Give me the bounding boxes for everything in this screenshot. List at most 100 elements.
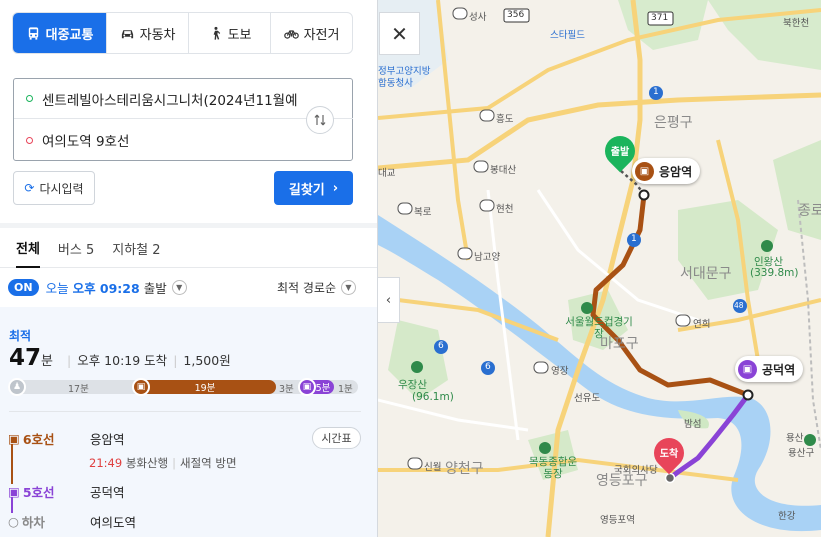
tab-subway[interactable]: 지하철 2: [112, 228, 160, 268]
timeline-line5-label: 5분: [315, 383, 331, 394]
walk-icon: [213, 26, 220, 40]
place-label: 한강: [778, 511, 796, 522]
reset-label: 다시입력: [39, 181, 84, 196]
chevron-down-icon[interactable]: ▼: [171, 279, 187, 295]
place-label: 스타필드: [550, 30, 585, 41]
departure-suffix: 출발: [143, 280, 167, 296]
fare: 1,500원: [183, 353, 231, 368]
step-board-line6: ▣ 6호선 응암역: [8, 429, 125, 448]
place-label: 봉대산: [490, 165, 517, 176]
station-name: 응암역: [90, 432, 125, 447]
station-label-gongdeok[interactable]: ▣ 공덕역: [735, 356, 804, 382]
place-label: 영장: [551, 366, 569, 377]
place-label: 용산: [786, 433, 804, 444]
origin-value: 센트레빌아스테리움시그니처(2024년11월예: [42, 92, 298, 109]
chevron-left-icon: ‹: [385, 292, 392, 308]
departure-day: 오늘: [45, 280, 69, 296]
peak-height: (339.8m): [750, 267, 799, 279]
departure-toggle[interactable]: ON: [8, 278, 39, 296]
line6-label: ▣ 6호선: [8, 429, 90, 448]
place-label: 정부고양지방합동청사: [378, 66, 431, 89]
place-label: 우장산: [398, 379, 427, 391]
place-label: 대교: [378, 168, 396, 179]
tab-walk-label: 도보: [227, 27, 252, 43]
subway-icon: ▣: [298, 378, 316, 396]
tab-bicycle[interactable]: 자전거: [270, 13, 352, 53]
bicycle-icon: [283, 29, 299, 39]
place-label: 영등포역: [600, 515, 635, 526]
destination-value: 여의도역 9호선: [42, 134, 130, 150]
district-label: 은평구: [654, 115, 693, 131]
line5-label: ▣ 5호선: [8, 482, 90, 501]
tab-walk[interactable]: 도보: [188, 13, 270, 53]
duration-unit: 분: [41, 354, 53, 369]
search-panel: 대중교통 자동차 도보 자전거 센트레빌아스테리움시그니처(2024년11월예: [0, 0, 378, 537]
road-number: 48: [734, 301, 744, 310]
subway-icon: ▣: [132, 378, 150, 396]
road-number: 356: [507, 10, 525, 20]
map-view[interactable]: ✕ ‹ 356 371 1 1 6 6 48 은평구 서대문구 마포구 양천구 …: [378, 0, 821, 537]
result-filter-tabs: 전체 버스 5 지하철 2: [0, 228, 377, 268]
departure-row: ON 오늘 오후 09:28 출발 ▼ 최적 경로순 ▼: [0, 268, 377, 306]
departure-time[interactable]: 오후 09:28: [73, 278, 140, 297]
collapse-panel-button[interactable]: ‹: [378, 277, 400, 323]
end-pin-label: 도착: [659, 449, 679, 460]
start-pin[interactable]: 출발: [598, 129, 642, 174]
station-name: 여의도역: [90, 515, 137, 530]
tab-car-label: 자동차: [139, 27, 176, 43]
timeline-walk3: 1분: [338, 384, 353, 395]
place-label: 밤섬: [684, 419, 702, 430]
timetable-button[interactable]: 시간표: [312, 427, 361, 449]
road-number: 6: [438, 341, 444, 351]
place-label: 흥도: [496, 114, 514, 125]
place-label: 신월: [424, 462, 442, 473]
step-alight: ○ 하차 여의도역: [8, 512, 136, 531]
destination-dot-icon: [26, 136, 33, 144]
line5-name: 5호선: [22, 485, 55, 500]
subway-icon: ▣: [8, 431, 20, 446]
route-timeline-bar: ♟ 17분 19분 ▣ 3분 5분 ▣ 1분: [8, 378, 358, 396]
district-label: 서대문구: [680, 266, 732, 282]
tab-car[interactable]: 자동차: [106, 13, 188, 53]
place-label: 복로: [414, 207, 432, 218]
place-label: 선유도: [574, 393, 601, 404]
chevron-right-icon: ›: [332, 180, 339, 196]
line6-connector: [11, 444, 13, 484]
station-label-eungam[interactable]: ▣ 응암역: [632, 158, 701, 184]
place-label: 목동종합운동장: [528, 456, 578, 480]
reset-button[interactable]: ⟳ 다시입력: [13, 171, 95, 205]
start-pin-label: 출발: [610, 147, 630, 158]
origin-field[interactable]: 센트레빌아스테리움시그니처(2024년11월예: [14, 79, 353, 119]
alight-text: 하차: [21, 515, 45, 530]
close-icon[interactable]: ✕: [379, 12, 420, 55]
swap-button[interactable]: [306, 106, 334, 134]
road-number: 371: [651, 13, 669, 23]
refresh-icon: ⟳: [24, 181, 35, 195]
station-name: 공덕역: [90, 485, 125, 500]
car-icon: [121, 29, 133, 38]
tab-all[interactable]: 전체: [16, 228, 40, 268]
subway-icon: ▣: [8, 484, 20, 499]
train-direction: 봉화산행: [125, 456, 169, 470]
line6-name: 6호선: [22, 432, 55, 447]
place-label: 용산구: [788, 448, 815, 459]
place-label: 남고양: [474, 252, 501, 263]
step-transfer-line5: ▣ 5호선 공덕역: [8, 482, 125, 501]
tab-transit-label: 대중교통: [45, 27, 94, 43]
station-name: 응암역: [659, 164, 693, 179]
sort-dropdown[interactable]: 최적 경로순 ▼: [277, 268, 356, 306]
next-train-time: 21:49: [89, 456, 123, 470]
search-route-button[interactable]: 길찾기 ›: [274, 171, 353, 205]
road-number: 1: [653, 87, 659, 97]
road-number: 1: [631, 234, 637, 244]
alight-circle-icon: ○: [8, 514, 19, 529]
destination-field[interactable]: 여의도역 9호선: [14, 120, 304, 160]
route-result-card[interactable]: 최적 47 분 | 오후 10:19 도착 | 1,500원 ♟ 17분 19분…: [0, 307, 377, 537]
place-label: 국회의사당: [614, 465, 658, 476]
subway-icon: ▣: [635, 161, 654, 181]
tab-bus[interactable]: 버스 5: [58, 228, 94, 268]
tab-transit[interactable]: 대중교통: [13, 13, 107, 53]
end-pin[interactable]: 도착: [647, 431, 691, 476]
swap-icon: [314, 114, 326, 126]
timeline-walk2: 3분: [279, 384, 294, 395]
